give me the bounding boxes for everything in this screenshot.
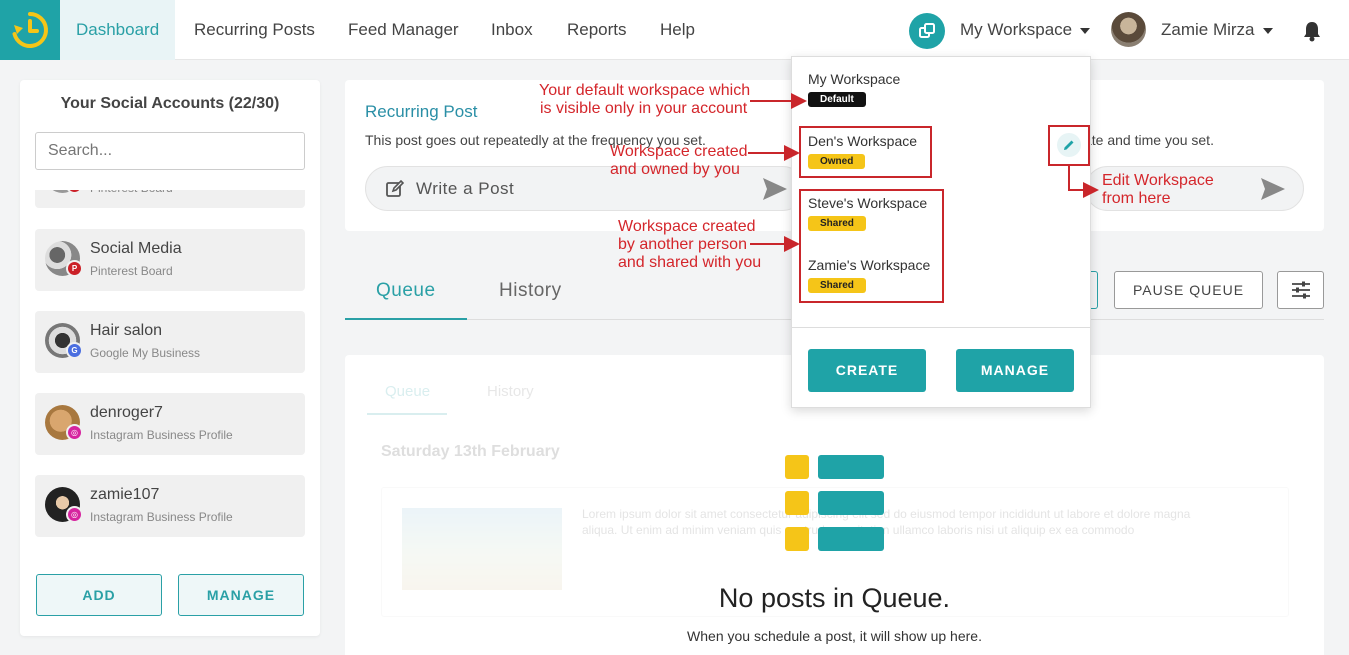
send-icon xyxy=(1261,178,1285,200)
instagram-icon: ◎ xyxy=(66,424,83,441)
account-type: Pinterest Board xyxy=(90,190,173,195)
account-name: Hair salon xyxy=(90,322,163,339)
sliders-icon xyxy=(1292,281,1310,299)
user-menu[interactable]: Zamie Mirza xyxy=(1161,0,1273,60)
preview-tab-indicator xyxy=(367,413,447,415)
social-accounts-title: Your Social Accounts (22/30) xyxy=(60,95,280,112)
annotation-text: Your default workspace which xyxy=(539,82,751,99)
create-workspace-button[interactable]: CREATE xyxy=(808,349,926,392)
nav-reports[interactable]: Reports xyxy=(567,0,627,60)
annotation-text: from here xyxy=(1102,190,1171,207)
recurring-post-title: Recurring Post xyxy=(365,102,478,121)
clock-logo-icon xyxy=(12,12,48,48)
empty-queue-subtitle: When you schedule a post, it will show u… xyxy=(687,628,982,644)
account-name: Social Media xyxy=(90,240,182,257)
workspace-switch-icon[interactable] xyxy=(909,13,945,49)
tab-history[interactable]: History xyxy=(499,280,562,302)
empty-queue-icon xyxy=(785,455,884,551)
account-item[interactable]: ◎ zamie107 Instagram Business Profile xyxy=(35,475,305,537)
preview-tab-history: History xyxy=(487,383,534,400)
annotation-text: and owned by you xyxy=(610,161,740,178)
manage-workspaces-button[interactable]: MANAGE xyxy=(956,349,1074,392)
preview-date: Saturday 13th February xyxy=(381,443,560,460)
annotation-owned: Workspace created and owned by you xyxy=(610,143,748,179)
user-avatar[interactable] xyxy=(1111,12,1146,47)
google-my-business-icon: G xyxy=(66,342,83,359)
bell-icon[interactable] xyxy=(1301,20,1323,47)
highlight-box-edit xyxy=(1048,125,1090,166)
instagram-icon: ◎ xyxy=(66,506,83,523)
account-type: Instagram Business Profile xyxy=(90,510,233,524)
nav-help[interactable]: Help xyxy=(660,0,695,60)
annotation-text: Edit Workspace xyxy=(1102,172,1214,189)
workspace-item-my[interactable]: My Workspace Default xyxy=(808,71,900,107)
manage-accounts-button[interactable]: MANAGE xyxy=(178,574,304,616)
account-item-partial[interactable]: P Pinterest Board xyxy=(35,190,305,208)
send-icon xyxy=(763,178,787,200)
chevron-down-icon xyxy=(1262,27,1273,34)
preview-tab-queue: Queue xyxy=(385,383,431,400)
annotation-text: by another person xyxy=(618,236,747,253)
annotation-text: Workspace created xyxy=(618,218,756,235)
social-accounts-panel: Your Social Accounts (22/30) P Pinterest… xyxy=(20,80,320,636)
annotation-text: Workspace created xyxy=(610,143,748,160)
account-type: Pinterest Board xyxy=(90,264,173,278)
schedule-post-description: ate and time you set. xyxy=(1084,132,1214,148)
nav-dashboard[interactable]: Dashboard xyxy=(60,0,176,60)
account-type: Google My Business xyxy=(90,346,201,360)
default-tag: Default xyxy=(808,92,866,107)
highlight-box-shared xyxy=(799,189,944,303)
annotation-text: and shared with you xyxy=(618,254,762,271)
empty-queue-title: No posts in Queue. xyxy=(718,583,951,613)
top-nav: Dashboard Recurring Posts Feed Manager I… xyxy=(0,0,1349,60)
nav-recurring-posts[interactable]: Recurring Posts xyxy=(194,0,315,60)
preview-post-text: Lorem ipsum dolor sit amet consectetur a… xyxy=(582,507,1191,537)
user-name: Zamie Mirza xyxy=(1161,20,1255,39)
pinterest-icon: P xyxy=(66,260,83,277)
add-account-button[interactable]: ADD xyxy=(36,574,162,616)
write-post-label: Write a Post xyxy=(416,179,515,198)
pinterest-icon: P xyxy=(66,190,83,194)
workspace-selector[interactable]: My Workspace xyxy=(960,0,1091,60)
workspace-name: My Workspace xyxy=(808,71,901,87)
accounts-list[interactable]: P Pinterest Board P Social Media Pintere… xyxy=(20,190,320,550)
chevron-down-icon xyxy=(1080,27,1091,34)
tab-active-indicator xyxy=(345,318,467,320)
highlight-box-owned xyxy=(799,126,932,178)
accounts-search-input[interactable] xyxy=(35,132,305,170)
account-item[interactable]: G Hair salon Google My Business xyxy=(35,311,305,373)
edit-icon xyxy=(386,180,404,197)
account-item[interactable]: P Social Media Pinterest Board xyxy=(35,229,305,291)
annotation-default: Your default workspace which is visible … xyxy=(539,82,750,118)
nav-inbox[interactable]: Inbox xyxy=(491,0,533,60)
pause-queue-button[interactable]: PAUSE QUEUE xyxy=(1114,271,1263,309)
account-name: zamie107 xyxy=(90,486,160,503)
workspace-selector-label: My Workspace xyxy=(960,20,1073,39)
account-type: Instagram Business Profile xyxy=(90,428,233,442)
dropdown-divider xyxy=(792,327,1090,328)
preview-post-image xyxy=(402,508,562,590)
filter-button[interactable] xyxy=(1277,271,1324,309)
account-name: denroger7 xyxy=(90,404,163,421)
tab-queue[interactable]: Queue xyxy=(376,280,436,302)
app-logo[interactable] xyxy=(0,0,60,60)
annotation-edit: Edit Workspace from here xyxy=(1102,172,1214,208)
account-item[interactable]: ◎ denroger7 Instagram Business Profile xyxy=(35,393,305,455)
nav-feed-manager[interactable]: Feed Manager xyxy=(348,0,459,60)
annotation-shared: Workspace created by another person and … xyxy=(618,218,761,272)
annotation-text: is visible only in your account xyxy=(540,100,748,117)
